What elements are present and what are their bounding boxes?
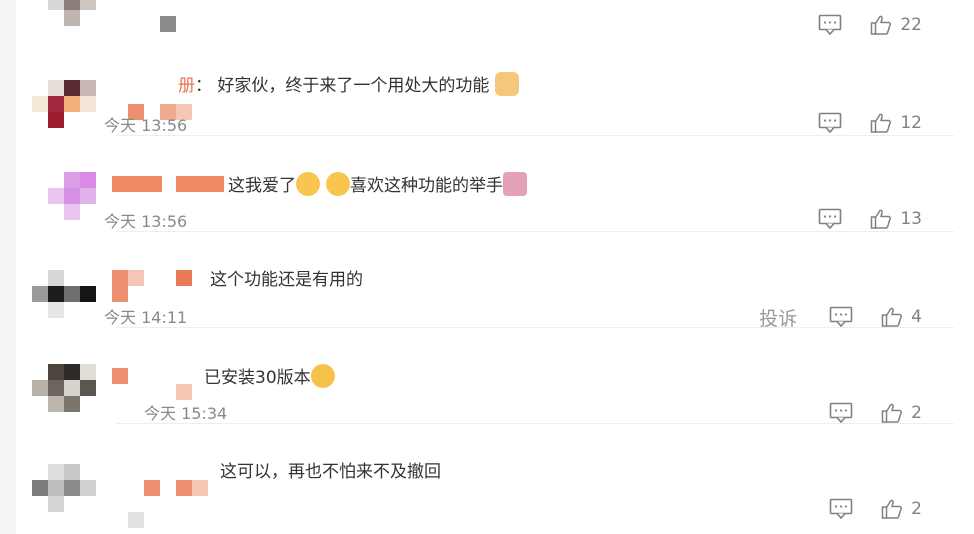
- comment-icon: [818, 14, 842, 36]
- comment-time: 今天 13:56: [104, 116, 188, 135]
- reply-button[interactable]: [829, 306, 853, 328]
- reply-button[interactable]: [829, 498, 853, 520]
- comment-item: 已安装30版本 今天 15:34 2: [16, 328, 974, 424]
- avatar: [32, 172, 98, 238]
- like-button[interactable]: 13: [870, 208, 922, 230]
- comment-text: 这个功能还是有用的: [210, 270, 363, 290]
- comment-icon: [829, 306, 853, 328]
- comment-item: 这可以，再也不怕来不及撤回 2: [16, 424, 974, 528]
- thumbs-up-icon: [870, 14, 892, 36]
- avatar: [32, 0, 98, 26]
- comment-icon: [829, 498, 853, 520]
- comment-time: 今天 14:11: [104, 308, 188, 327]
- thumbs-up-emoji-icon: [494, 72, 519, 96]
- like-count: 4: [911, 307, 922, 327]
- comment-item: 册： 好家伙，终于来了一个用处大的功能 今天 13:56 12: [16, 40, 974, 136]
- comment-actions: 13: [818, 206, 922, 232]
- heart-eyes-emoji-icon: [296, 172, 320, 196]
- thumbs-up-icon: [870, 208, 892, 230]
- blurred-time: [128, 512, 144, 528]
- thumbs-up-icon: [881, 306, 903, 328]
- username-link[interactable]: 册: [178, 76, 195, 96]
- raising-hand-emoji-icon: [503, 172, 527, 196]
- comment-actions: 12: [818, 110, 922, 136]
- comment-item: 这个功能还是有用的 今天 14:11 投诉 4: [16, 232, 974, 330]
- comment-actions: 2: [829, 496, 922, 522]
- like-button[interactable]: 2: [881, 498, 922, 520]
- like-button[interactable]: 4: [881, 306, 922, 328]
- comment-time: 今天 15:34: [144, 404, 228, 423]
- like-count: 2: [911, 403, 922, 423]
- thumbs-up-icon: [870, 112, 892, 134]
- heart-eyes-emoji-icon: [326, 172, 350, 196]
- avatar: [32, 464, 98, 530]
- like-button[interactable]: 12: [870, 112, 922, 134]
- comment-text: 已安装30版本: [204, 364, 335, 390]
- comment-text: 册： 好家伙，终于来了一个用处大的功能: [178, 72, 519, 98]
- like-count: 22: [900, 15, 922, 35]
- like-button[interactable]: 2: [881, 402, 922, 424]
- laughing-crying-emoji-icon: [310, 364, 335, 388]
- like-button[interactable]: 22: [870, 14, 922, 36]
- thumbs-up-icon: [881, 402, 903, 424]
- thumbs-up-icon: [881, 498, 903, 520]
- avatar: [32, 270, 98, 336]
- comment-actions: 22: [818, 12, 922, 38]
- comment-item: 这我爱了 喜欢这种功能的举手 今天 13:56 13: [16, 136, 974, 232]
- like-count: 2: [911, 499, 922, 519]
- comment-icon: [818, 208, 842, 230]
- comment-time: 今天 13:56: [104, 212, 188, 231]
- like-count: 13: [900, 209, 922, 229]
- like-count: 12: [900, 113, 922, 133]
- comment-item: 22: [16, 0, 974, 36]
- comment-text: 这我爱了 喜欢这种功能的举手: [228, 172, 527, 198]
- avatar: [32, 364, 98, 430]
- comment-text: 这可以，再也不怕来不及撤回: [220, 462, 441, 482]
- left-edge-strip: [0, 0, 16, 534]
- reply-button[interactable]: [818, 14, 842, 36]
- reply-button[interactable]: [818, 208, 842, 230]
- reply-button[interactable]: [829, 402, 853, 424]
- comment-icon: [818, 112, 842, 134]
- comment-icon: [829, 402, 853, 424]
- reply-button[interactable]: [818, 112, 842, 134]
- blurred-name: [160, 16, 176, 32]
